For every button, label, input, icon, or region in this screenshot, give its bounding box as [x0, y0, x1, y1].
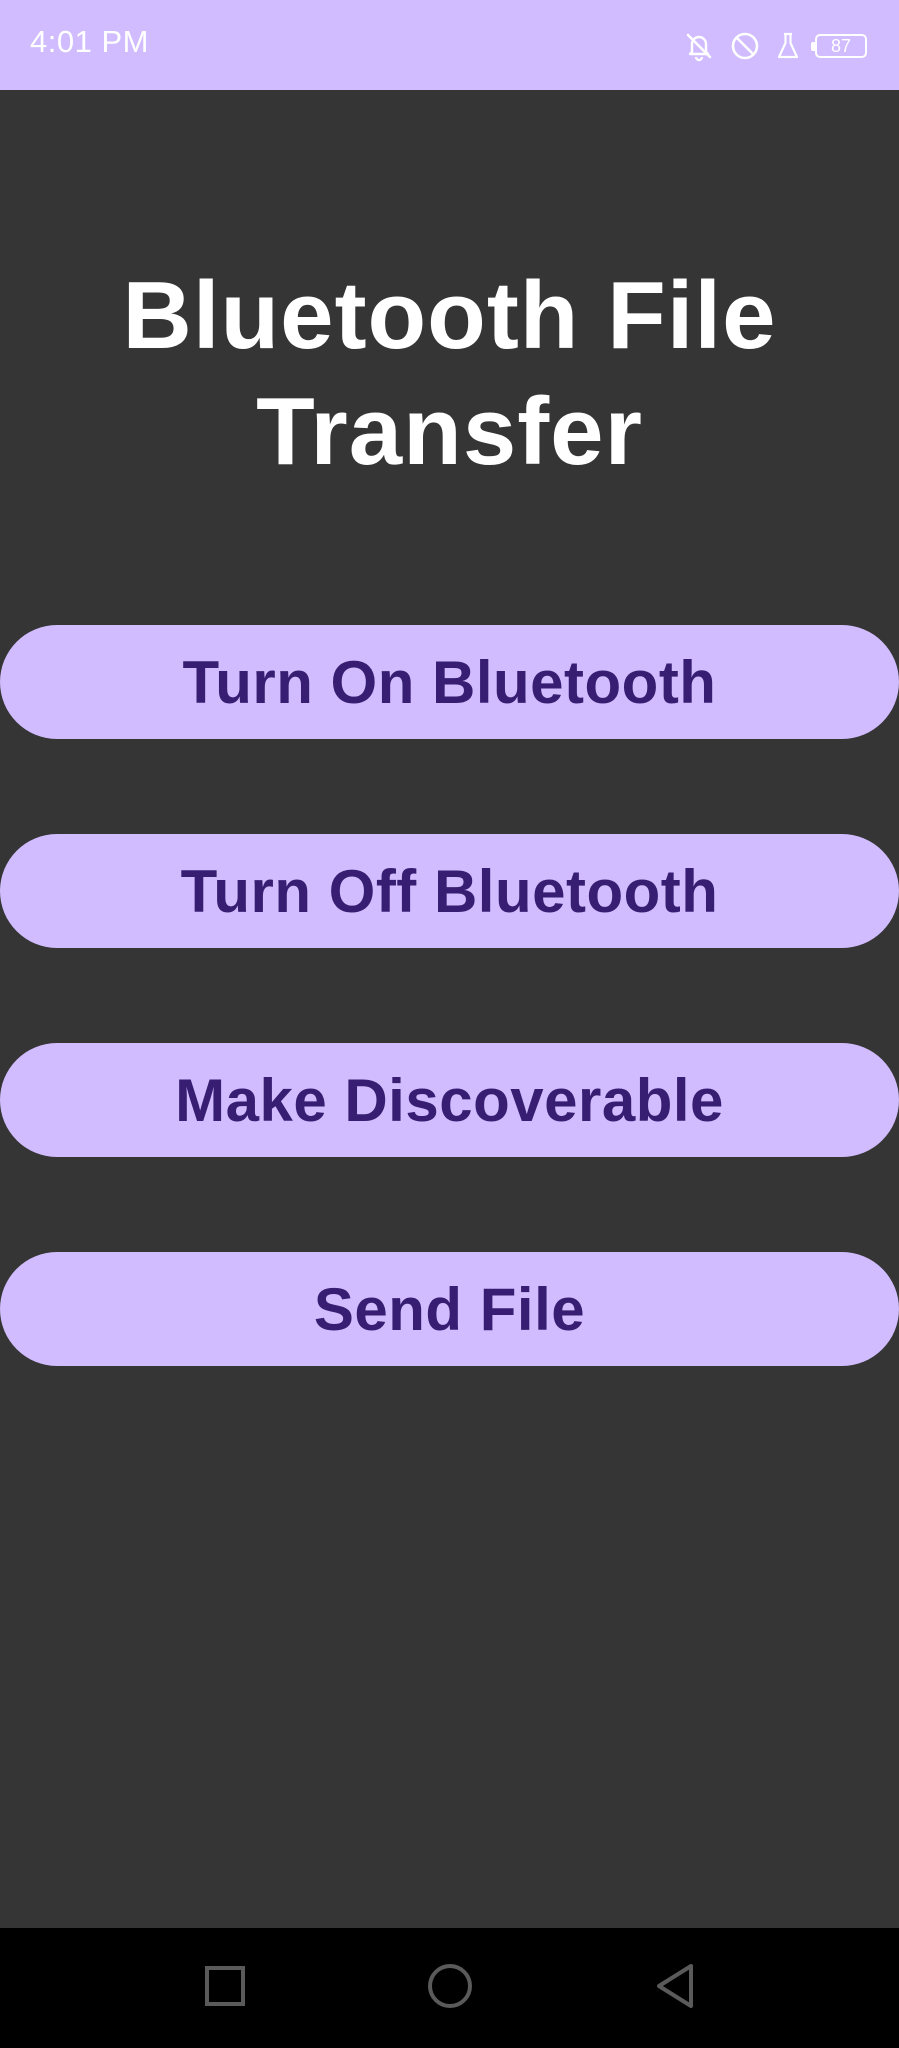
notifications-off-icon — [683, 30, 715, 62]
recents-button[interactable] — [165, 1928, 285, 2048]
status-icons: 87 — [683, 26, 867, 66]
back-button[interactable] — [615, 1928, 735, 2048]
make-discoverable-button[interactable]: Make Discoverable — [0, 1043, 899, 1157]
recents-square-icon — [203, 1964, 247, 2013]
battery-icon: 87 — [811, 34, 867, 58]
back-triangle-icon — [653, 1962, 697, 2015]
lab-flask-icon — [775, 31, 801, 61]
home-button[interactable] — [390, 1928, 510, 2048]
home-circle-icon — [426, 1962, 474, 2015]
turn-on-bluetooth-button[interactable]: Turn On Bluetooth — [0, 625, 899, 739]
status-bar: 4:01 PM 87 — [0, 0, 899, 90]
send-file-button[interactable]: Send File — [0, 1252, 899, 1366]
navigation-bar — [0, 1928, 899, 2048]
battery-level: 87 — [830, 36, 852, 56]
status-time: 4:01 PM — [30, 24, 149, 59]
page-title: Bluetooth File Transfer — [122, 262, 777, 485]
do-not-disturb-icon — [729, 30, 761, 62]
main-content: Bluetooth File Transfer Turn On Bluetoot… — [0, 90, 899, 1928]
turn-off-bluetooth-button[interactable]: Turn Off Bluetooth — [0, 834, 899, 948]
